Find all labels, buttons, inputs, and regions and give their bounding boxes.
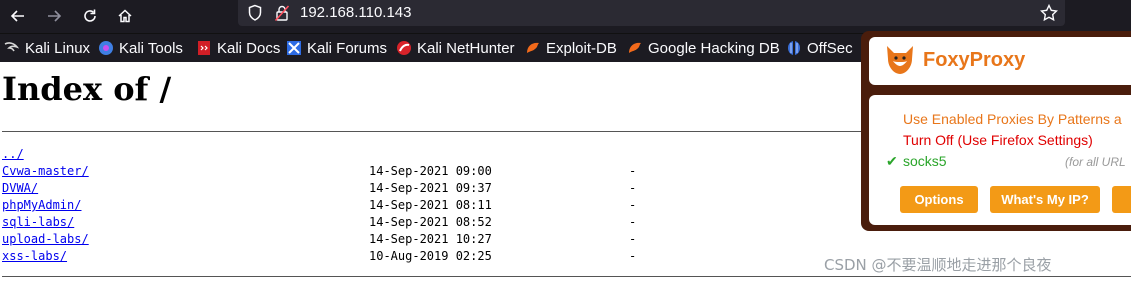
entry-date: 14-Sep-2021 10:27 [369,232,492,246]
mode-patterns-option[interactable]: Use Enabled Proxies By Patterns a [903,111,1122,127]
checkmark-icon: ✔ [886,153,898,169]
bookmark-label: Kali Tools [119,39,183,57]
reload-icon [84,9,96,22]
bookmark-kali-forums[interactable]: Kali Forums [286,39,387,57]
home-button[interactable] [112,4,138,28]
proxy-socks5-option[interactable]: socks5 [903,153,947,169]
foxyproxy-header: FoxyProxy [869,37,1131,85]
exploit-db-icon [525,40,541,56]
page-title: Index of / [2,70,172,108]
whats-my-ip-button[interactable]: What's My IP? [990,186,1100,213]
foxyproxy-title: FoxyProxy [923,49,1026,71]
entry-size: - [629,181,637,195]
entry-link[interactable]: upload-labs/ [2,232,89,246]
table-row: xss-labs/ 10-Aug-2019 02:25 - [2,248,636,264]
bookmark-label: Exploit-DB [546,39,617,57]
entry-link[interactable]: sqli-labs/ [2,215,74,229]
table-row: sqli-labs/ 14-Sep-2021 08:52 - [2,214,636,230]
bookmark-exploit-db[interactable]: Exploit-DB [525,39,617,57]
bookmark-offsec[interactable]: OffSec [786,39,853,57]
entry-size: - [629,215,637,229]
bookmark-kali-linux[interactable]: Kali Linux [4,39,90,57]
ghdb-icon [627,40,643,56]
more-button[interactable] [1112,186,1131,213]
nethunter-icon [396,40,412,56]
shield-icon[interactable] [247,4,263,22]
entry-date: 14-Sep-2021 09:37 [369,181,492,195]
entry-link[interactable]: DVWA/ [2,181,38,195]
lock-insecure-icon[interactable] [274,4,290,22]
bookmark-label: Kali Linux [25,39,91,57]
divider-bottom [2,276,1131,277]
fox-logo-icon [887,46,913,74]
entry-size: - [629,164,637,178]
entry-date: 14-Sep-2021 09:00 [369,164,492,178]
bookmark-google-hacking-db[interactable]: Google Hacking DB [627,39,780,57]
mode-off-option[interactable]: Turn Off (Use Firefox Settings) [903,132,1093,148]
bookmark-label: OffSec [807,39,853,57]
kali-forums-icon [286,40,302,56]
proxy-scope-label: (for all URL [1065,155,1126,169]
kali-docs-icon [196,40,212,56]
table-row: upload-labs/ 14-Sep-2021 10:27 - [2,231,636,247]
bookmark-label: Kali NetHunter [417,39,515,57]
entry-size: - [629,249,637,263]
url-bar[interactable]: 192.168.110.143 [238,0,1065,26]
bookmark-star-icon[interactable] [1040,4,1058,22]
entry-link[interactable]: xss-labs/ [2,249,67,263]
bookmark-label: Google Hacking DB [648,39,780,57]
arrow-left-icon [10,10,24,22]
kali-tools-icon [98,40,114,56]
home-icon [118,9,132,23]
entry-size: - [629,198,637,212]
arrow-right-icon [48,10,62,22]
bookmark-kali-docs[interactable]: Kali Docs [196,39,280,57]
table-row: DVWA/ 14-Sep-2021 09:37 - [2,180,636,196]
reload-button[interactable] [77,4,103,28]
entry-date: 14-Sep-2021 08:11 [369,198,492,212]
bookmark-kali-tools[interactable]: Kali Tools [98,39,183,57]
bookmark-label: Kali Forums [307,39,388,57]
foxyproxy-popup: FoxyProxy Use Enabled Proxies By Pattern… [861,31,1131,231]
kali-dragon-icon [4,40,20,56]
parent-directory-link[interactable]: ../ [2,147,24,161]
forward-button[interactable] [41,4,67,28]
entry-date: 10-Aug-2019 02:25 [369,249,492,263]
offsec-icon [786,40,802,56]
entry-size: - [629,232,637,246]
entry-link[interactable]: Cvwa-master/ [2,164,89,178]
options-button[interactable]: Options [900,186,978,213]
entry-link[interactable]: phpMyAdmin/ [2,198,81,212]
table-row: phpMyAdmin/ 14-Sep-2021 08:11 - [2,197,636,213]
entry-date: 14-Sep-2021 08:52 [369,215,492,229]
table-row: Cvwa-master/ 14-Sep-2021 09:00 - [2,163,636,179]
back-button[interactable] [5,4,31,28]
parent-row: ../ [2,146,24,162]
watermark-text: CSDN @不要温顺地走进那个良夜 [824,256,1052,274]
bookmark-label: Kali Docs [217,39,281,57]
foxyproxy-menu: Use Enabled Proxies By Patterns a Turn O… [869,95,1131,225]
url-text[interactable]: 192.168.110.143 [300,4,412,21]
browser-toolbar: 192.168.110.143 [0,0,1131,33]
bookmark-kali-nethunter[interactable]: Kali NetHunter [396,39,515,57]
